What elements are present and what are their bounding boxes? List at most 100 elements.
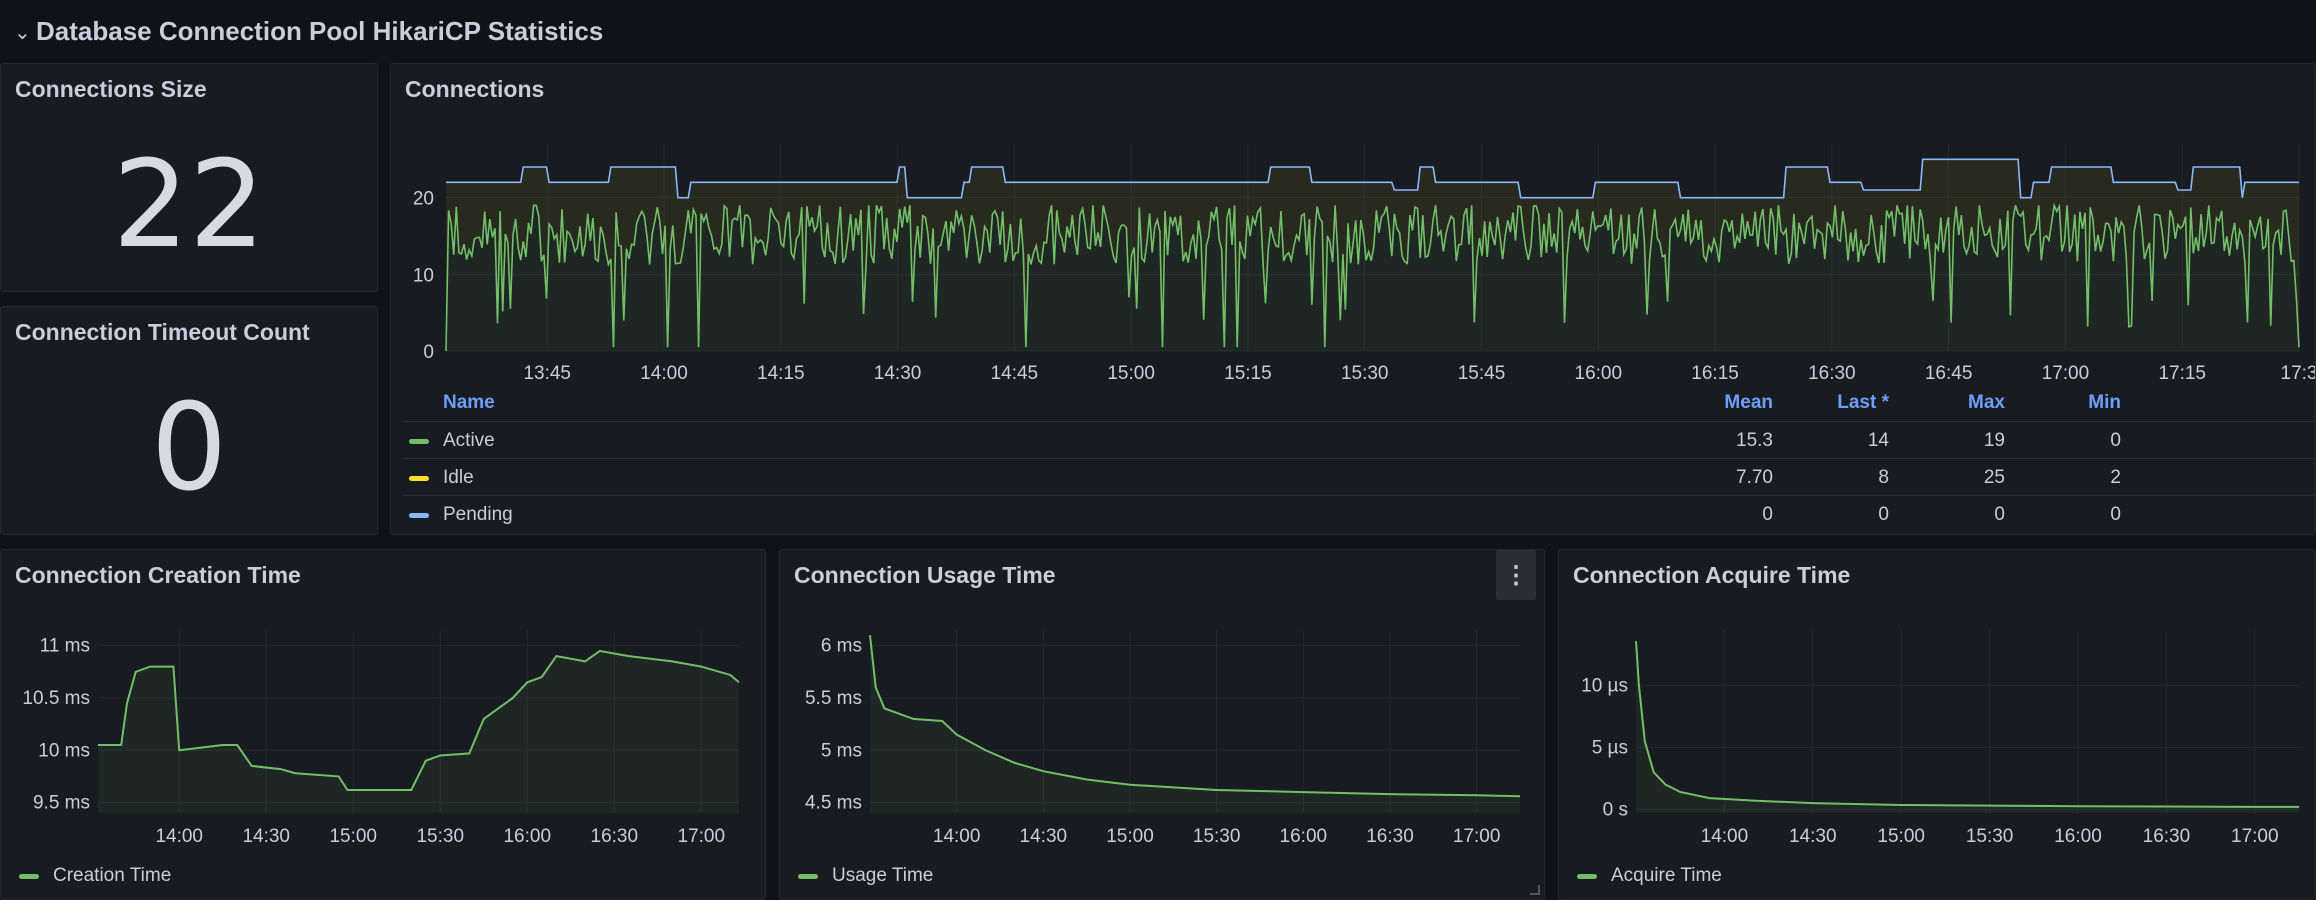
series-area xyxy=(98,650,739,813)
legend-last: 8 xyxy=(1878,467,1889,488)
legend-header-name[interactable]: Name xyxy=(443,392,495,414)
x-tick-label: 16:45 xyxy=(1925,363,1973,384)
connection-usage-time-panel[interactable]: Connection Usage Time ⋮ 4.5 ms 5 ms 5.5 ms… xyxy=(779,549,1545,900)
x-tick-label: 14:00 xyxy=(933,826,981,847)
creation-time-chart[interactable]: 9.5 ms 10 ms 10.5 ms 11 ms 14:00 14:30 15:00 15… xyxy=(1,550,766,860)
chevron-down-icon[interactable]: ⌄ xyxy=(14,20,32,45)
resize-handle[interactable] xyxy=(1530,885,1540,895)
x-tick-label: 14:00 xyxy=(1701,826,1749,847)
x-tick-label: 14:30 xyxy=(1020,826,1068,847)
y-tick-label: 4.5 ms xyxy=(805,793,862,814)
connections-panel[interactable]: Connections 0 10 20 13:45 14:00 14:15 14:30 14:… xyxy=(390,63,2316,535)
connections-legend-table: Name Mean Last * Max Min Active 15.3 14 … xyxy=(403,384,2315,534)
x-tick-label: 14:45 xyxy=(991,363,1039,384)
y-tick-label: 10 ms xyxy=(38,740,90,761)
x-tick-label: 15:00 xyxy=(1106,826,1154,847)
usage-time-legend[interactable]: Usage Time xyxy=(798,865,933,887)
x-tick-label: 17:15 xyxy=(2158,363,2206,384)
x-tick-label: 15:30 xyxy=(1341,363,1389,384)
dashboard-row-header[interactable]: ⌄ Database Connection Pool HikariCP Stat… xyxy=(0,0,2316,62)
legend-series-name: Creation Time xyxy=(53,865,172,886)
acquire-time-chart[interactable]: 0 s 5 µs 10 µs 14:00 14:30 15:00 15:30 16:00 16:… xyxy=(1559,550,2316,860)
x-tick-label: 15:15 xyxy=(1224,363,1272,384)
legend-min: 0 xyxy=(2110,504,2121,525)
series-area xyxy=(1636,641,2299,813)
connections-chart[interactable]: 0 10 20 13:45 14:00 14:15 14:30 14:45 15:00 15:15… xyxy=(391,64,2316,384)
y-tick-label: 5 µs xyxy=(1592,737,1628,758)
x-tick-label: 17:00 xyxy=(678,826,726,847)
y-tick-label: 0 xyxy=(423,342,434,363)
y-tick-label: 10 µs xyxy=(1581,676,1628,697)
legend-color-swatch xyxy=(409,439,429,444)
legend-mean: 15.3 xyxy=(1736,430,1773,451)
legend-max: 19 xyxy=(1983,430,2005,451)
legend-color-swatch xyxy=(19,873,39,879)
x-tick-label: 15:30 xyxy=(416,826,464,847)
x-tick-label: 17:00 xyxy=(1453,826,1501,847)
x-tick-label: 17:00 xyxy=(2042,363,2090,384)
x-tick-label: 14:30 xyxy=(874,363,922,384)
x-tick-label: 16:30 xyxy=(1808,363,1856,384)
legend-header: Name Mean Last * Max Min xyxy=(403,384,2315,421)
legend-mean: 0 xyxy=(1762,504,1773,525)
legend-row-pending[interactable]: Pending 0 0 0 0 xyxy=(403,495,2315,533)
x-tick-label: 14:30 xyxy=(242,826,290,847)
x-tick-label: 13:45 xyxy=(523,363,571,384)
panel-title: Connection Timeout Count xyxy=(15,319,310,345)
legend-color-swatch xyxy=(409,476,429,481)
legend-min: 2 xyxy=(2110,467,2121,488)
legend-last: 0 xyxy=(1878,504,1889,525)
legend-color-swatch xyxy=(409,513,429,518)
y-tick-label: 10.5 ms xyxy=(22,688,90,709)
legend-last: 14 xyxy=(1867,430,1889,451)
panel-title: Connections Size xyxy=(15,76,207,102)
x-tick-label: 16:30 xyxy=(2143,826,2191,847)
legend-mean: 7.70 xyxy=(1736,467,1773,488)
series-area xyxy=(870,635,1520,813)
creation-time-legend[interactable]: Creation Time xyxy=(19,865,171,887)
legend-header-max[interactable]: Max xyxy=(1915,392,2005,414)
legend-header-mean[interactable]: Mean xyxy=(1683,392,1773,414)
legend-header-min[interactable]: Min xyxy=(2031,392,2121,414)
x-tick-label: 15:00 xyxy=(329,826,377,847)
legend-series-name: Pending xyxy=(443,504,513,525)
y-tick-label: 5.5 ms xyxy=(805,688,862,709)
x-tick-label: 16:15 xyxy=(1691,363,1739,384)
x-tick-label: 16:00 xyxy=(2054,826,2102,847)
x-tick-label: 16:30 xyxy=(591,826,639,847)
x-tick-label: 16:00 xyxy=(1280,826,1328,847)
connection-creation-time-panel[interactable]: Connection Creation Time 9.5 ms 10 ms 10.5… xyxy=(0,549,766,900)
row-title: Database Connection Pool HikariCP Statis… xyxy=(36,15,604,46)
legend-max: 25 xyxy=(1983,467,2005,488)
x-tick-label: 14:00 xyxy=(640,363,688,384)
legend-series-name: Idle xyxy=(443,467,474,488)
y-tick-label: 10 xyxy=(413,265,434,286)
legend-series-name: Usage Time xyxy=(832,865,934,886)
x-tick-label: 15:00 xyxy=(1107,363,1155,384)
connections-size-panel[interactable]: Connections Size 22 xyxy=(0,63,378,292)
legend-header-last[interactable]: Last * xyxy=(1799,392,1889,414)
y-tick-label: 20 xyxy=(413,189,434,210)
legend-row-active[interactable]: Active 15.3 14 19 0 xyxy=(403,421,2315,459)
x-tick-label: 14:15 xyxy=(757,363,805,384)
connection-timeout-count-panel[interactable]: Connection Timeout Count 0 xyxy=(0,306,378,535)
connection-acquire-time-panel[interactable]: Connection Acquire Time 0 s5 µs 10 µs 14:0… xyxy=(1558,549,2316,900)
x-tick-label: 15:30 xyxy=(1966,826,2014,847)
legend-max: 0 xyxy=(1994,504,2005,525)
x-tick-label: 14:00 xyxy=(155,826,203,847)
x-tick-label: 16:00 xyxy=(1575,363,1623,384)
x-tick-label: 17:00 xyxy=(2231,826,2279,847)
usage-time-chart[interactable]: 4.5 ms 5 ms 5.5 ms 6 ms 14:00 14:30 15:00 15:30… xyxy=(780,550,1545,860)
x-tick-label: 15:30 xyxy=(1193,826,1241,847)
y-tick-label: 9.5 ms xyxy=(33,793,90,814)
legend-series-name: Active xyxy=(443,430,495,451)
x-tick-label: 16:30 xyxy=(1366,826,1414,847)
x-tick-label: 17:3 xyxy=(2281,363,2316,384)
legend-color-swatch xyxy=(798,873,818,879)
y-tick-label: 11 ms xyxy=(40,636,90,657)
acquire-time-legend[interactable]: Acquire Time xyxy=(1577,865,1722,887)
y-tick-label: 5 ms xyxy=(821,740,862,761)
legend-row-idle[interactable]: Idle 7.70 8 25 2 xyxy=(403,458,2315,496)
x-tick-label: 15:45 xyxy=(1458,363,1506,384)
connection-timeout-count-value: 0 xyxy=(150,379,228,518)
